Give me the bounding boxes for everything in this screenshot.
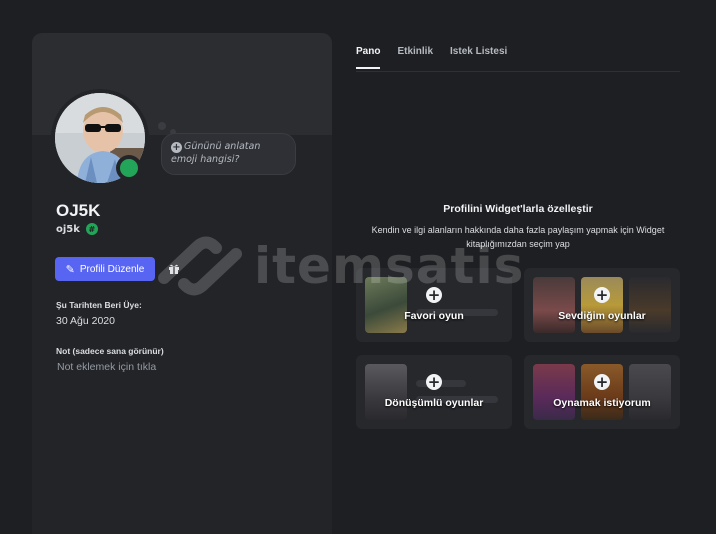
game-cover-thumbnail xyxy=(365,364,407,420)
game-cover-thumbnail xyxy=(533,277,575,333)
widget-label: Favori oyun xyxy=(404,310,464,322)
gift-button[interactable] xyxy=(162,257,186,281)
online-status-indicator xyxy=(116,155,142,181)
pencil-icon: ✎ xyxy=(65,263,75,276)
plus-circle-icon: + xyxy=(171,142,182,153)
game-cover-thumbnail xyxy=(629,277,671,333)
hash-badge-icon[interactable]: # xyxy=(85,223,98,235)
note-input[interactable]: Not eklemek için tıkla xyxy=(57,361,156,373)
edit-profile-button[interactable]: ✎ Profili Düzenle xyxy=(55,257,155,281)
widgets-title: Profilini Widget'larla özelleştir xyxy=(443,203,593,215)
bubble-tail-dot xyxy=(158,122,166,130)
tab-istek-listesi[interactable]: Istek Listesi xyxy=(450,46,507,69)
widget-rotating-games[interactable]: + Dönüşümlü oyunlar xyxy=(356,355,512,429)
add-widget-icon: + xyxy=(594,286,610,304)
widget-liked-games[interactable]: + Sevdiğim oyunlar xyxy=(524,268,680,342)
member-since-value: 30 Ağu 2020 xyxy=(56,315,115,327)
emoji-prompt-text: Gününü anlatan emoji hangisi? xyxy=(171,141,261,165)
game-cover-thumbnail xyxy=(365,277,407,333)
tab-etkinlik[interactable]: Etkinlik xyxy=(397,46,433,69)
tab-pano[interactable]: Pano xyxy=(356,46,381,69)
widget-want-to-play[interactable]: + Oynamak istiyorum xyxy=(524,355,680,429)
gift-icon xyxy=(169,264,179,274)
display-name: OJ5K xyxy=(56,201,101,220)
widgets-description: Kendin ve ilgi alanların hakkında daha f… xyxy=(371,225,665,249)
widget-label: Dönüşümlü oyunlar xyxy=(384,397,484,409)
username-row: oj5k # xyxy=(56,223,98,235)
widget-label: Oynamak istiyorum xyxy=(553,397,651,409)
game-cover-thumbnail xyxy=(533,364,575,420)
emoji-status-bubble[interactable]: + Gününü anlatan emoji hangisi? xyxy=(161,133,296,175)
note-label: Not (sadece sana görünür) xyxy=(56,346,164,356)
profile-tabs: Pano Etkinlik Istek Listesi xyxy=(356,46,524,69)
username: oj5k xyxy=(56,223,80,235)
add-widget-icon: + xyxy=(426,286,442,304)
profile-card: + Gününü anlatan emoji hangisi? OJ5K oj5k… xyxy=(32,33,332,534)
tabs-divider xyxy=(356,71,680,72)
member-since-label: Şu Tarihten Beri Üye: xyxy=(56,300,142,310)
online-dot xyxy=(120,159,138,177)
widget-label: Sevdiğim oyunlar xyxy=(558,310,646,322)
add-widget-icon: + xyxy=(594,373,610,391)
edit-profile-label: Profili Düzenle xyxy=(79,263,145,275)
add-widget-icon: + xyxy=(426,373,442,391)
widget-favorite-game[interactable]: + Favori oyun xyxy=(356,268,512,342)
game-cover-thumbnail xyxy=(629,364,671,420)
